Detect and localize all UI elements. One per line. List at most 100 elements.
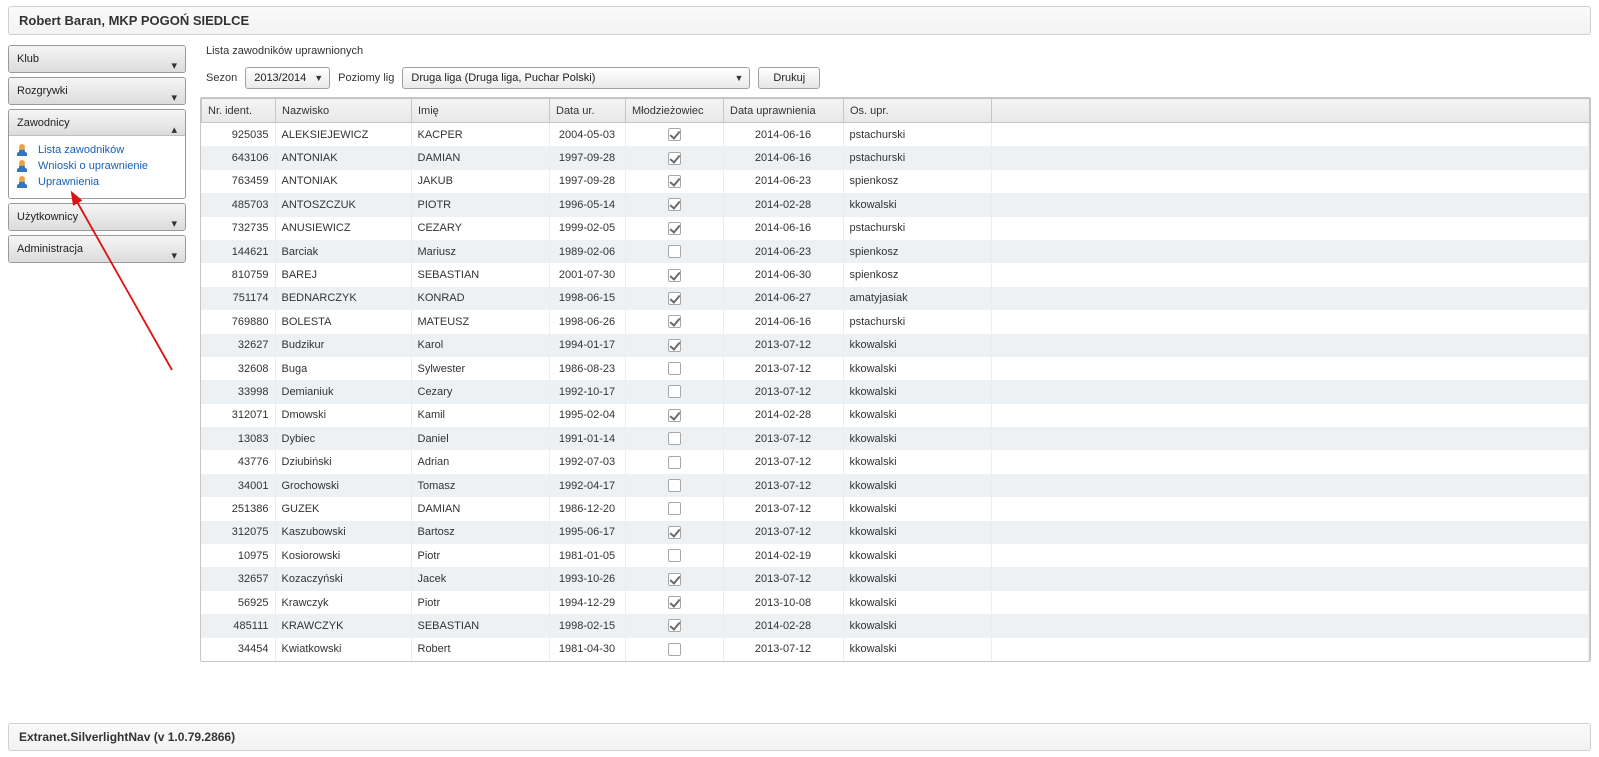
grid-scrollbar[interactable]: ▲ ▼ [1589, 123, 1590, 661]
cell-name: SEBASTIAN [411, 263, 549, 286]
cell-authdate: 2013-07-12 [723, 357, 843, 380]
cell-id: 251386 [201, 497, 275, 520]
sidebar-item-wnioski[interactable]: Wnioski o uprawnienie [17, 158, 177, 174]
cell-surname: Buga [275, 357, 411, 380]
sidebar-item-uprawnienia[interactable]: Uprawnienia [17, 174, 177, 190]
cell-filler [991, 614, 1588, 637]
table-row[interactable]: 485111KRAWCZYKSEBASTIAN1998-02-152014-02… [201, 614, 1588, 637]
checkbox-icon [668, 526, 681, 539]
cell-youth [625, 450, 723, 473]
table-row[interactable]: 763459ANTONIAKJAKUB1997-09-282014-06-23s… [201, 170, 1588, 193]
cell-authdate: 2014-06-23 [723, 170, 843, 193]
cell-name: KONRAD [411, 287, 549, 310]
table-row[interactable]: 769880BOLESTAMATEUSZ1998-06-262014-06-16… [201, 310, 1588, 333]
cell-youth [625, 591, 723, 614]
cell-authdate: 2014-06-23 [723, 240, 843, 263]
cell-authby: kkowalski [843, 380, 991, 403]
table-row[interactable]: 251386GUZEKDAMIAN1986-12-202013-07-12kko… [201, 497, 1588, 520]
table-row[interactable]: 56925KrawczykPiotr1994-12-292013-10-08kk… [201, 591, 1588, 614]
checkbox-icon [668, 432, 681, 445]
cell-youth [625, 357, 723, 380]
table-row[interactable]: 643106ANTONIAKDAMIAN1997-09-282014-06-16… [201, 146, 1588, 169]
cell-id: 32627 [201, 334, 275, 357]
chevron-down-icon: ▼ [734, 73, 745, 83]
cell-youth [625, 146, 723, 169]
checkbox-icon [668, 222, 681, 235]
chevron-down-icon: ▼ [314, 73, 325, 83]
table-row[interactable]: 312075KaszubowskiBartosz1995-06-172013-0… [201, 521, 1588, 544]
accordion-body-zawodnicy: Lista zawodników Wnioski o uprawnienie U… [9, 136, 185, 198]
leagues-select[interactable]: Druga liga (Druga liga, Puchar Polski) ▼ [402, 67, 750, 89]
cell-dob: 2004-05-03 [549, 123, 625, 146]
cell-authby: pstachurski [843, 146, 991, 169]
table-row[interactable]: 751174BEDNARCZYKKONRAD1998-06-152014-06-… [201, 287, 1588, 310]
cell-dob: 1995-06-17 [549, 521, 625, 544]
cell-youth [625, 334, 723, 357]
table-row[interactable]: 34454KwiatkowskiRobert1981-04-302013-07-… [201, 638, 1588, 661]
table-row[interactable]: 32627BudzikurKarol1994-01-172013-07-12kk… [201, 334, 1588, 357]
col-header-authby[interactable]: Os. upr. [844, 99, 992, 123]
cell-authdate: 2014-06-16 [723, 310, 843, 333]
cell-youth [625, 521, 723, 544]
table-row[interactable]: 32657KozaczyńskiJacek1993-10-262013-07-1… [201, 567, 1588, 590]
cell-filler [991, 170, 1588, 193]
cell-id: 34454 [201, 638, 275, 661]
cell-name: Karol [411, 334, 549, 357]
table-row[interactable]: 10975KosiorowskiPiotr1981-01-052014-02-1… [201, 544, 1588, 567]
cell-authby: kkowalski [843, 638, 991, 661]
col-header-dob[interactable]: Data ur. [550, 99, 626, 123]
content: Lista zawodników uprawnionych Sezon 2013… [200, 45, 1591, 662]
season-select[interactable]: 2013/2014 ▼ [245, 67, 330, 89]
table-row[interactable]: 43776DziubińskiAdrian1992-07-032013-07-1… [201, 450, 1588, 473]
cell-authby: kkowalski [843, 591, 991, 614]
cell-name: Sylwester [411, 357, 549, 380]
accordion-header-uzytkownicy[interactable]: Użytkownicy ▾ [9, 204, 185, 230]
accordion-header-administracja[interactable]: Administracja ▾ [9, 236, 185, 262]
accordion-section-rozgrywki: Rozgrywki ▾ [8, 77, 186, 105]
checkbox-icon [668, 619, 681, 632]
table-row[interactable]: 34001GrochowskiTomasz1992-04-172013-07-1… [201, 474, 1588, 497]
table-row[interactable]: 925035ALEKSIEJEWICZKACPER2004-05-032014-… [201, 123, 1588, 146]
cell-dob: 1992-04-17 [549, 474, 625, 497]
col-header-youth[interactable]: Młodzieżowiec [626, 99, 724, 123]
season-label: Sezon [206, 72, 237, 84]
page-header-title: Robert Baran, MKP POGOŃ SIEDLCE [19, 13, 249, 28]
cell-filler [991, 146, 1588, 169]
cell-dob: 1994-01-17 [549, 334, 625, 357]
cell-surname: BOLESTA [275, 310, 411, 333]
table-row[interactable]: 485703ANTOSZCZUKPIOTR1996-05-142014-02-2… [201, 193, 1588, 216]
cell-authby: kkowalski [843, 497, 991, 520]
cell-name: Piotr [411, 544, 549, 567]
sidebar: Klub ▾ Rozgrywki ▾ Zawodnicy ▴ [8, 45, 186, 662]
table-row[interactable]: 810759BAREJSEBASTIAN2001-07-302014-06-30… [201, 263, 1588, 286]
accordion-header-rozgrywki[interactable]: Rozgrywki ▾ [9, 78, 185, 104]
accordion-header-klub[interactable]: Klub ▾ [9, 46, 185, 72]
cell-surname: ANTONIAK [275, 170, 411, 193]
table-row[interactable]: 32608BugaSylwester1986-08-232013-07-12kk… [201, 357, 1588, 380]
sidebar-item-label: Lista zawodników [38, 144, 124, 156]
sidebar-item-lista-zawodnikow[interactable]: Lista zawodników [17, 142, 177, 158]
user-group-icon [17, 176, 32, 188]
accordion-section-klub: Klub ▾ [8, 45, 186, 73]
accordion-label: Rozgrywki [17, 85, 68, 97]
cell-youth [625, 404, 723, 427]
print-button[interactable]: Drukuj [758, 67, 820, 89]
table-row[interactable]: 144621BarciakMariusz1989-02-062014-06-23… [201, 240, 1588, 263]
cell-surname: ANTONIAK [275, 146, 411, 169]
cell-surname: Krawczyk [275, 591, 411, 614]
cell-authby: kkowalski [843, 544, 991, 567]
cell-id: 485111 [201, 614, 275, 637]
col-header-name[interactable]: Imię [412, 99, 550, 123]
cell-filler [991, 193, 1588, 216]
col-header-id[interactable]: Nr. ident. [202, 99, 276, 123]
table-row[interactable]: 732735ANUSIEWICZCEZARY1999-02-052014-06-… [201, 217, 1588, 240]
cell-name: Mariusz [411, 240, 549, 263]
col-header-surname[interactable]: Nazwisko [276, 99, 412, 123]
cell-dob: 1994-12-29 [549, 591, 625, 614]
accordion-header-zawodnicy[interactable]: Zawodnicy ▴ [9, 110, 185, 136]
table-row[interactable]: 312071DmowskiKamil1995-02-042014-02-28kk… [201, 404, 1588, 427]
accordion-section-administracja: Administracja ▾ [8, 235, 186, 263]
col-header-authdate[interactable]: Data uprawnienia [724, 99, 844, 123]
table-row[interactable]: 33998DemianiukCezary1992-10-172013-07-12… [201, 380, 1588, 403]
table-row[interactable]: 13083DybiecDaniel1991-01-142013-07-12kko… [201, 427, 1588, 450]
